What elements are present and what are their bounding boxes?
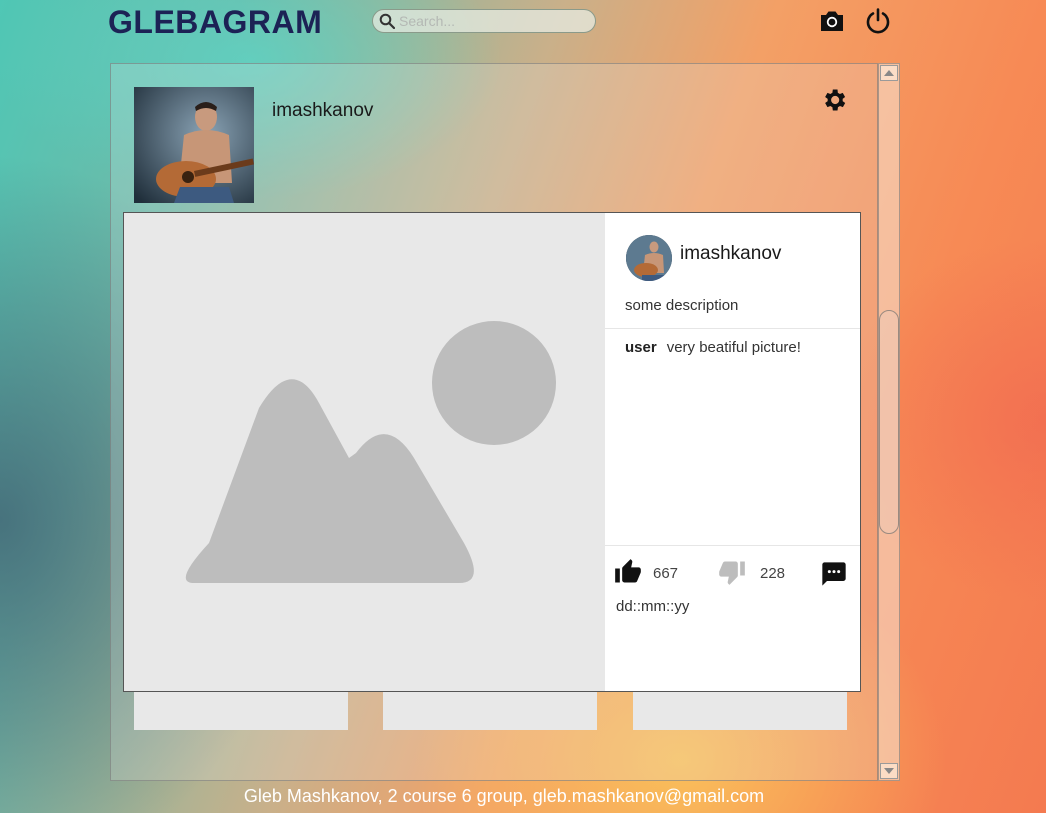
thumbs-up-icon[interactable] — [614, 558, 642, 586]
post-image[interactable] — [124, 213, 605, 691]
arrow-up-icon — [884, 70, 894, 76]
divider — [605, 328, 860, 329]
comment-icon[interactable] — [820, 560, 848, 588]
post-thumbnail[interactable] — [633, 690, 847, 730]
image-placeholder-icon — [185, 321, 556, 583]
search-icon — [379, 13, 395, 29]
post-thumbnail[interactable] — [383, 690, 597, 730]
profile-username[interactable]: imashkanov — [272, 100, 373, 122]
scroll-down-button[interactable] — [880, 763, 898, 779]
post-details: imashkanov some description user very bea… — [605, 213, 860, 691]
avatar-photo — [626, 235, 672, 281]
divider — [605, 545, 860, 546]
post-thumbnail[interactable] — [134, 690, 348, 730]
gear-icon[interactable] — [820, 86, 848, 114]
post-modal: imashkanov some description user very bea… — [123, 212, 861, 692]
post-date: dd::mm::yy — [616, 598, 690, 615]
search-input[interactable] — [399, 12, 589, 30]
app-logo[interactable]: GLEBAGRAM — [108, 4, 322, 41]
post-author-name[interactable]: imashkanov — [680, 243, 781, 265]
dislikes-count: 228 — [760, 565, 786, 582]
avatar-photo — [134, 87, 254, 203]
thumbs-down-icon[interactable] — [718, 558, 746, 586]
post-description: some description — [625, 297, 739, 314]
footer-credits: Gleb Mashkanov, 2 course 6 group, gleb.m… — [243, 786, 765, 806]
top-bar: GLEBAGRAM — [0, 0, 1046, 46]
comment-text: very beatiful picture! — [666, 339, 801, 356]
scroll-thumb[interactable] — [879, 310, 899, 534]
camera-icon[interactable] — [818, 7, 846, 35]
arrow-down-icon — [884, 768, 894, 774]
likes-count: 667 — [653, 565, 679, 582]
power-icon[interactable] — [864, 7, 892, 35]
post-author-avatar[interactable] — [626, 235, 672, 281]
profile-avatar[interactable] — [134, 87, 254, 203]
scrollbar[interactable] — [878, 63, 900, 781]
search-box[interactable] — [372, 9, 596, 33]
comment-item: user very beatiful picture! — [625, 339, 801, 356]
comment-user[interactable]: user — [625, 339, 657, 356]
scroll-up-button[interactable] — [880, 65, 898, 81]
